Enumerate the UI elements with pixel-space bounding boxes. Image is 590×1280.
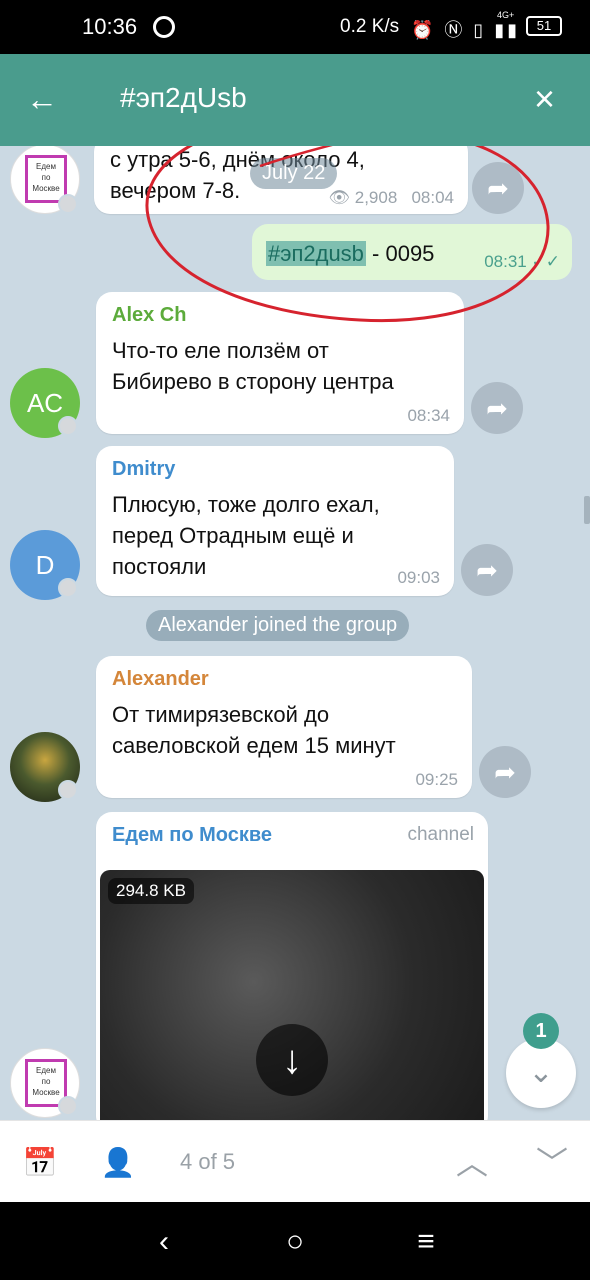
avatar-status-dot	[58, 578, 78, 598]
message-text: От тимирязевской до савеловской едем 15 …	[112, 702, 396, 758]
network-type: 4G+	[497, 10, 515, 20]
message-time: 09:25	[415, 770, 458, 789]
message-meta: 08:31 ✓✓	[484, 252, 560, 272]
sender-name[interactable]: Alex Ch	[112, 304, 448, 327]
chat-area[interactable]: Едем по Москве с утра 5-6, днём около 4,…	[0, 146, 590, 1120]
status-time: 10:36	[82, 14, 138, 39]
message-time: 08:34	[407, 406, 450, 425]
sender-name[interactable]: Dmitry	[112, 458, 438, 481]
close-icon[interactable]: ×	[534, 80, 570, 120]
chevron-down-icon: ⌄	[528, 1056, 554, 1089]
file-size: 294.8 KB	[108, 878, 194, 904]
eye-icon: 👁	[328, 188, 350, 207]
view-count: 2,908	[354, 188, 398, 207]
chevron-up-icon[interactable]: ︿	[450, 1141, 494, 1185]
date-overlay: July 22	[250, 158, 338, 189]
message-bubble[interactable]: Dmitry Плюсую, тоже долго ехал, перед От…	[96, 446, 454, 596]
search-result-counter: 4 of 5	[180, 1149, 236, 1174]
battery-icon: 51	[526, 16, 562, 36]
search-query[interactable]: #эп2дUsb	[120, 82, 247, 114]
g-icon	[153, 16, 175, 38]
back-arrow-icon[interactable]: ←	[26, 82, 66, 118]
double-check-icon: ✓✓	[531, 252, 561, 271]
unread-badge: 1	[523, 1013, 559, 1049]
message-time: 09:03	[397, 568, 440, 587]
network-speed: 0.2 K/s	[340, 16, 400, 37]
avatar-status-dot	[58, 194, 78, 214]
forward-button[interactable]: ➦	[472, 162, 524, 214]
message-bubble[interactable]: Alexander От тимирязевской до савеловско…	[96, 656, 472, 798]
status-bar: 10:36 0.2 K/s ⏰ Ⓝ ▯ ▮▮ 4G+ 51	[0, 0, 590, 54]
message-meta: 👁 2,908 08:04	[328, 188, 454, 208]
avatar-status-dot	[58, 416, 78, 436]
message-time: 08:31	[484, 252, 527, 271]
search-header: ← #эп2дUsb ×	[0, 54, 590, 146]
forward-button[interactable]: ➦	[471, 382, 523, 434]
nav-back-icon[interactable]: ‹	[142, 1220, 186, 1264]
avatar-status-dot	[58, 780, 78, 800]
nav-menu-icon[interactable]: ≡	[404, 1220, 448, 1264]
forward-button[interactable]: ➦	[479, 746, 531, 798]
outgoing-message-bubble[interactable]: #эп2дusb - 0095 08:31 ✓✓	[252, 224, 572, 280]
avatar-status-dot	[58, 1096, 78, 1116]
media-message-bubble[interactable]: Едем по Москве channel 294.8 KB ↓	[96, 812, 488, 1120]
sender-name[interactable]: Alexander	[112, 668, 456, 691]
nav-home-icon[interactable]: ○	[273, 1220, 317, 1264]
download-icon[interactable]: ↓	[256, 1024, 328, 1096]
system-nav-bar: ‹ ○ ≡	[0, 1202, 590, 1280]
calendar-search-icon[interactable]: 📅	[18, 1141, 62, 1185]
video-thumbnail[interactable]: 294.8 KB ↓	[100, 870, 484, 1120]
service-message: Alexander joined the group	[146, 610, 410, 641]
chevron-down-icon[interactable]: ﹀	[530, 1141, 574, 1185]
forward-button[interactable]: ➦	[461, 544, 513, 596]
message-bubble[interactable]: с утра 5-6, днём около 4, вечером 7-8. J…	[94, 146, 468, 214]
message-text: #эп2дusb - 0095	[266, 241, 435, 266]
scrollbar-thumb[interactable]	[584, 496, 590, 524]
search-toolbar: 📅 👤 4 of 5 ︿ ﹀	[0, 1120, 590, 1202]
user-search-icon[interactable]: 👤	[96, 1141, 140, 1185]
message-bubble[interactable]: Alex Ch Что-то еле ползём от Бибирево в …	[96, 292, 464, 434]
message-time: 08:04	[411, 188, 454, 207]
search-highlight: #эп2дusb	[266, 241, 366, 266]
message-text: Плюсую, тоже долго ехал, перед Отрадным …	[112, 492, 380, 579]
channel-label: channel	[407, 824, 474, 845]
message-text: Что-то еле ползём от Бибирево в сторону …	[112, 338, 394, 394]
